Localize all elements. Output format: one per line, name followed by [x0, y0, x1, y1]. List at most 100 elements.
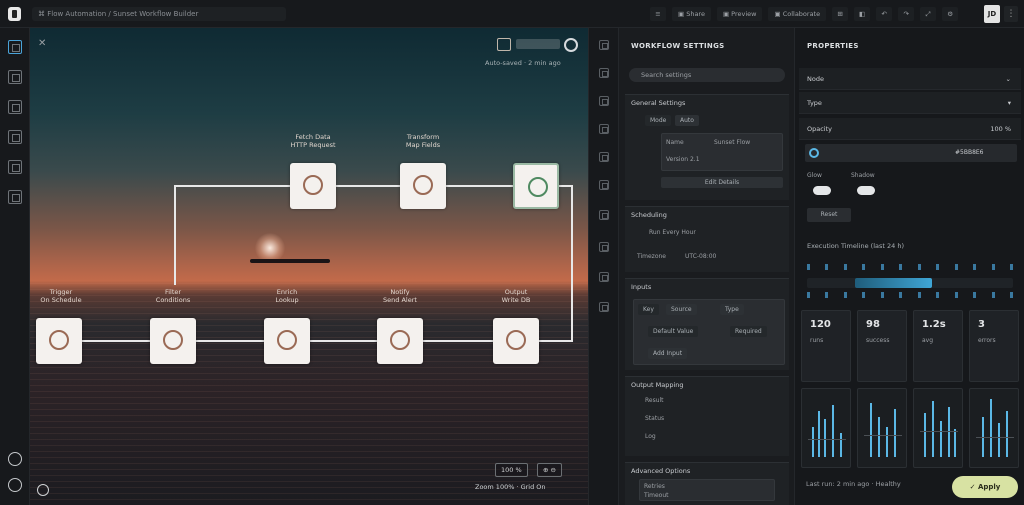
connector-right-vertical — [571, 185, 573, 342]
edit-details-button[interactable]: Edit Details — [661, 177, 783, 188]
node-fetch-data[interactable] — [290, 163, 336, 209]
color-field[interactable]: #5BB8E6 — [805, 144, 1017, 162]
inputs-table: Key Source Type Default Value Required A… — [633, 299, 785, 365]
rail-icon[interactable] — [599, 96, 609, 106]
section-inputs: Inputs Key Source Type Default Value Req… — [625, 278, 789, 370]
timeline-ticks-top — [807, 264, 1013, 270]
workflow-canvas[interactable]: ✕ Auto-saved · 2 min ago Fetch Data HTTP … — [30, 28, 588, 505]
node-output[interactable] — [493, 318, 539, 364]
stat-sub: avg — [922, 337, 934, 344]
glow-label: Glow — [807, 172, 822, 179]
expand-icon[interactable]: ⤢ — [920, 7, 937, 21]
node-trigger[interactable] — [36, 318, 82, 364]
stat-value: 120 — [810, 319, 831, 330]
rail-icon[interactable] — [599, 272, 609, 282]
settings-search-input[interactable]: Search settings — [629, 68, 785, 82]
rail-icon[interactable] — [599, 180, 609, 190]
rail-icon[interactable] — [599, 68, 609, 78]
retries-label: Retries — [644, 483, 665, 490]
timeline-fill — [855, 278, 932, 288]
node-enrich[interactable] — [264, 318, 310, 364]
node-label: Transform Map Fields — [405, 133, 441, 149]
section-title: Advanced Options — [631, 467, 691, 475]
rail-layers-icon[interactable] — [8, 70, 22, 84]
prop-label: Opacity — [807, 125, 833, 133]
bell-icon — [390, 330, 410, 350]
split-icon[interactable]: ◧ — [854, 7, 871, 21]
chevron-down-icon[interactable]: ▾ — [1008, 99, 1011, 107]
sparkline-card — [969, 388, 1019, 468]
prop-label: Node — [807, 75, 824, 83]
node-validate[interactable] — [513, 163, 559, 209]
rail-history-icon[interactable] — [8, 160, 22, 174]
rail-icon[interactable] — [599, 242, 609, 252]
share-button[interactable]: ▣ Share — [672, 7, 711, 21]
node-transform[interactable] — [400, 163, 446, 209]
apply-button[interactable]: ✓ Apply — [952, 476, 1018, 498]
shadow-label: Shadow — [851, 172, 875, 179]
chevron-down-icon[interactable]: ⌄ — [1006, 75, 1011, 83]
prop-row-type[interactable]: Type ▾ — [799, 92, 1021, 114]
settings-icon[interactable]: ⚙ — [942, 7, 959, 21]
timezone-value[interactable]: UTC-08:00 — [685, 253, 716, 260]
workflow-path[interactable]: ⌘ Flow Automation / Sunset Workflow Buil… — [32, 7, 286, 21]
timeline-slider[interactable] — [807, 278, 1013, 288]
app-logo-icon[interactable] — [8, 7, 21, 21]
avatar[interactable]: JD — [984, 5, 1000, 23]
node-label: Enrich Lookup — [275, 288, 299, 304]
rail-nodes-icon[interactable] — [8, 40, 22, 54]
mode-chip[interactable]: Mode — [645, 115, 672, 126]
filter-icon — [163, 330, 183, 350]
grid-icon[interactable]: ⊞ — [832, 7, 849, 21]
connector-left-vertical — [174, 185, 176, 285]
node-notify[interactable] — [377, 318, 423, 364]
close-icon[interactable]: ✕ — [38, 38, 46, 49]
help-icon[interactable] — [37, 484, 49, 496]
rail-icon[interactable] — [599, 124, 609, 134]
collaborate-button[interactable]: ▣ Collaborate — [768, 7, 827, 21]
database-icon — [506, 330, 526, 350]
rail-icon[interactable] — [599, 210, 609, 220]
more-menu-icon[interactable]: ⋮ — [1004, 6, 1018, 22]
preview-button[interactable]: ▣ Preview — [716, 7, 763, 21]
sync-status-indicator — [516, 39, 560, 49]
stat-card-avg: 1.2s avg — [913, 310, 963, 382]
input-source-chip[interactable]: Source — [666, 304, 697, 315]
prop-row-opacity[interactable]: Opacity 100 % — [799, 118, 1021, 140]
rail-icon[interactable] — [599, 40, 609, 50]
undo-icon[interactable]: ↶ — [876, 7, 893, 21]
glow-toggle[interactable] — [813, 186, 831, 195]
redo-icon[interactable]: ↷ — [898, 7, 915, 21]
timeline-ticks-bottom — [807, 292, 1013, 298]
node-label: Fetch Data HTTP Request — [290, 133, 336, 149]
rail-icon[interactable] — [599, 302, 609, 312]
sparkline-card — [913, 388, 963, 468]
prop-row-node[interactable]: Node ⌄ — [799, 68, 1021, 90]
add-input-button[interactable]: Add Input — [648, 348, 688, 359]
required-chip[interactable]: Required — [730, 326, 767, 337]
layout-icon[interactable]: ≡ — [650, 7, 666, 21]
rail-icon[interactable] — [599, 152, 609, 162]
input-key-chip[interactable]: Key — [638, 304, 659, 315]
input-type-chip[interactable]: Type — [720, 304, 744, 315]
top-bar: ⌘ Flow Automation / Sunset Workflow Buil… — [0, 0, 1024, 28]
node-filter[interactable] — [150, 318, 196, 364]
connector-top — [174, 185, 536, 187]
reset-button[interactable]: Reset — [807, 208, 851, 222]
rail-assets-icon[interactable] — [8, 100, 22, 114]
shadow-toggle[interactable] — [857, 186, 875, 195]
help-icon[interactable] — [8, 452, 22, 466]
color-swatch[interactable] — [809, 148, 819, 158]
globe-icon[interactable] — [564, 38, 578, 52]
zoom-buttons[interactable]: ⊕ ⊖ — [537, 463, 562, 477]
auto-chip[interactable]: Auto — [675, 115, 699, 126]
profile-icon[interactable] — [8, 478, 22, 492]
timeout-label: Timeout — [644, 492, 669, 499]
default-value-chip[interactable]: Default Value — [648, 326, 699, 337]
opacity-value[interactable]: 100 % — [990, 125, 1011, 133]
canvas-logo-icon[interactable] — [497, 38, 511, 51]
rail-variables-icon[interactable] — [8, 130, 22, 144]
rail-plugins-icon[interactable] — [8, 190, 22, 204]
zoom-level[interactable]: 100 % — [495, 463, 528, 477]
output-status: Status — [645, 415, 665, 422]
